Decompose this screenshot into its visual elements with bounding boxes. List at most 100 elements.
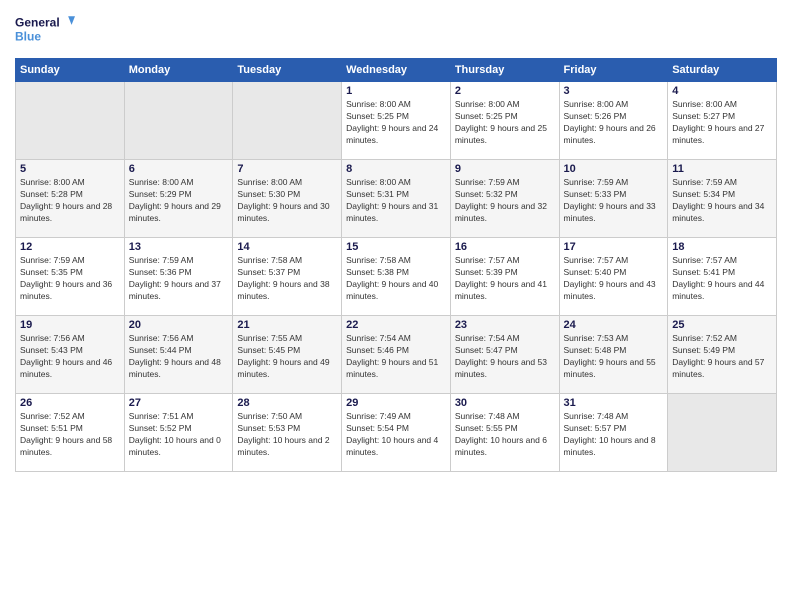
day-number: 11 bbox=[672, 163, 772, 175]
calendar-table: SundayMondayTuesdayWednesdayThursdayFrid… bbox=[15, 58, 777, 472]
logo: General Blue bbox=[15, 10, 75, 50]
weekday-header: Friday bbox=[559, 59, 668, 82]
day-info: Sunrise: 8:00 AMSunset: 5:25 PMDaylight:… bbox=[346, 99, 446, 147]
day-number: 19 bbox=[20, 319, 120, 331]
day-cell: 11 Sunrise: 7:59 AMSunset: 5:34 PMDayligh… bbox=[668, 160, 777, 238]
day-info: Sunrise: 7:57 AMSunset: 5:41 PMDaylight:… bbox=[672, 255, 772, 303]
day-number: 10 bbox=[564, 163, 664, 175]
day-number: 15 bbox=[346, 241, 446, 253]
day-number: 18 bbox=[672, 241, 772, 253]
day-cell: 22 Sunrise: 7:54 AMSunset: 5:46 PMDayligh… bbox=[342, 316, 451, 394]
day-info: Sunrise: 7:56 AMSunset: 5:43 PMDaylight:… bbox=[20, 333, 120, 381]
header: General Blue bbox=[15, 10, 777, 50]
day-cell: 29 Sunrise: 7:49 AMSunset: 5:54 PMDayligh… bbox=[342, 394, 451, 472]
day-info: Sunrise: 7:59 AMSunset: 5:33 PMDaylight:… bbox=[564, 177, 664, 225]
day-cell: 2 Sunrise: 8:00 AMSunset: 5:25 PMDaylight… bbox=[450, 82, 559, 160]
day-info: Sunrise: 7:52 AMSunset: 5:49 PMDaylight:… bbox=[672, 333, 772, 381]
weekday-header: Sunday bbox=[16, 59, 125, 82]
day-number: 21 bbox=[237, 319, 337, 331]
day-info: Sunrise: 8:00 AMSunset: 5:30 PMDaylight:… bbox=[237, 177, 337, 225]
week-row: 19 Sunrise: 7:56 AMSunset: 5:43 PMDayligh… bbox=[16, 316, 777, 394]
day-number: 28 bbox=[237, 397, 337, 409]
day-info: Sunrise: 7:58 AMSunset: 5:37 PMDaylight:… bbox=[237, 255, 337, 303]
day-number: 14 bbox=[237, 241, 337, 253]
svg-text:Blue: Blue bbox=[15, 29, 41, 43]
day-number: 30 bbox=[455, 397, 555, 409]
weekday-header: Saturday bbox=[668, 59, 777, 82]
day-number: 23 bbox=[455, 319, 555, 331]
calendar-container: General Blue SundayMondayTuesdayWednesda… bbox=[0, 0, 792, 612]
day-cell: 17 Sunrise: 7:57 AMSunset: 5:40 PMDayligh… bbox=[559, 238, 668, 316]
day-info: Sunrise: 7:48 AMSunset: 5:57 PMDaylight:… bbox=[564, 411, 664, 459]
weekday-header: Thursday bbox=[450, 59, 559, 82]
day-info: Sunrise: 7:50 AMSunset: 5:53 PMDaylight:… bbox=[237, 411, 337, 459]
day-cell: 28 Sunrise: 7:50 AMSunset: 5:53 PMDayligh… bbox=[233, 394, 342, 472]
weekday-header-row: SundayMondayTuesdayWednesdayThursdayFrid… bbox=[16, 59, 777, 82]
day-cell bbox=[16, 82, 125, 160]
day-cell: 10 Sunrise: 7:59 AMSunset: 5:33 PMDayligh… bbox=[559, 160, 668, 238]
day-cell bbox=[233, 82, 342, 160]
day-number: 20 bbox=[129, 319, 229, 331]
day-cell: 15 Sunrise: 7:58 AMSunset: 5:38 PMDayligh… bbox=[342, 238, 451, 316]
day-info: Sunrise: 7:53 AMSunset: 5:48 PMDaylight:… bbox=[564, 333, 664, 381]
day-info: Sunrise: 7:58 AMSunset: 5:38 PMDaylight:… bbox=[346, 255, 446, 303]
day-cell: 25Sunrise: 7:52 AMSunset: 5:49 PMDayligh… bbox=[668, 316, 777, 394]
day-cell: 1Sunrise: 8:00 AMSunset: 5:25 PMDaylight… bbox=[342, 82, 451, 160]
day-number: 27 bbox=[129, 397, 229, 409]
day-number: 12 bbox=[20, 241, 120, 253]
day-cell: 4 Sunrise: 8:00 AMSunset: 5:27 PMDaylight… bbox=[668, 82, 777, 160]
day-info: Sunrise: 7:59 AMSunset: 5:34 PMDaylight:… bbox=[672, 177, 772, 225]
day-cell bbox=[668, 394, 777, 472]
day-info: Sunrise: 8:00 AMSunset: 5:27 PMDaylight:… bbox=[672, 99, 772, 147]
day-cell: 20 Sunrise: 7:56 AMSunset: 5:44 PMDayligh… bbox=[124, 316, 233, 394]
day-cell: 3Sunrise: 8:00 AMSunset: 5:26 PMDaylight… bbox=[559, 82, 668, 160]
day-cell: 13 Sunrise: 7:59 AMSunset: 5:36 PMDayligh… bbox=[124, 238, 233, 316]
day-info: Sunrise: 7:54 AMSunset: 5:46 PMDaylight:… bbox=[346, 333, 446, 381]
day-info: Sunrise: 7:59 AMSunset: 5:32 PMDaylight:… bbox=[455, 177, 555, 225]
logo-svg: General Blue bbox=[15, 10, 75, 50]
day-cell: 23 Sunrise: 7:54 AMSunset: 5:47 PMDayligh… bbox=[450, 316, 559, 394]
day-info: Sunrise: 8:00 AMSunset: 5:29 PMDaylight:… bbox=[129, 177, 229, 225]
day-cell: 8 Sunrise: 8:00 AMSunset: 5:31 PMDaylight… bbox=[342, 160, 451, 238]
week-row: 12 Sunrise: 7:59 AMSunset: 5:35 PMDayligh… bbox=[16, 238, 777, 316]
day-number: 24 bbox=[564, 319, 664, 331]
day-cell bbox=[124, 82, 233, 160]
day-info: Sunrise: 8:00 AMSunset: 5:31 PMDaylight:… bbox=[346, 177, 446, 225]
day-cell: 31 Sunrise: 7:48 AMSunset: 5:57 PMDayligh… bbox=[559, 394, 668, 472]
day-cell: 12 Sunrise: 7:59 AMSunset: 5:35 PMDayligh… bbox=[16, 238, 125, 316]
day-info: Sunrise: 7:55 AMSunset: 5:45 PMDaylight:… bbox=[237, 333, 337, 381]
day-number: 22 bbox=[346, 319, 446, 331]
day-cell: 6 Sunrise: 8:00 AMSunset: 5:29 PMDaylight… bbox=[124, 160, 233, 238]
weekday-header: Monday bbox=[124, 59, 233, 82]
day-cell: 19 Sunrise: 7:56 AMSunset: 5:43 PMDayligh… bbox=[16, 316, 125, 394]
day-number: 9 bbox=[455, 163, 555, 175]
day-cell: 14 Sunrise: 7:58 AMSunset: 5:37 PMDayligh… bbox=[233, 238, 342, 316]
day-info: Sunrise: 7:57 AMSunset: 5:39 PMDaylight:… bbox=[455, 255, 555, 303]
weekday-header: Wednesday bbox=[342, 59, 451, 82]
day-number: 13 bbox=[129, 241, 229, 253]
day-number: 7 bbox=[237, 163, 337, 175]
day-number: 2 bbox=[455, 85, 555, 97]
weekday-header: Tuesday bbox=[233, 59, 342, 82]
day-info: Sunrise: 7:56 AMSunset: 5:44 PMDaylight:… bbox=[129, 333, 229, 381]
day-number: 16 bbox=[455, 241, 555, 253]
day-number: 6 bbox=[129, 163, 229, 175]
day-number: 4 bbox=[672, 85, 772, 97]
day-info: Sunrise: 7:59 AMSunset: 5:35 PMDaylight:… bbox=[20, 255, 120, 303]
day-cell: 24 Sunrise: 7:53 AMSunset: 5:48 PMDayligh… bbox=[559, 316, 668, 394]
day-cell: 5 Sunrise: 8:00 AMSunset: 5:28 PMDaylight… bbox=[16, 160, 125, 238]
day-number: 8 bbox=[346, 163, 446, 175]
day-info: Sunrise: 7:57 AMSunset: 5:40 PMDaylight:… bbox=[564, 255, 664, 303]
day-number: 17 bbox=[564, 241, 664, 253]
day-info: Sunrise: 7:49 AMSunset: 5:54 PMDaylight:… bbox=[346, 411, 446, 459]
day-number: 5 bbox=[20, 163, 120, 175]
day-number: 31 bbox=[564, 397, 664, 409]
week-row: 26Sunrise: 7:52 AMSunset: 5:51 PMDayligh… bbox=[16, 394, 777, 472]
day-number: 29 bbox=[346, 397, 446, 409]
day-info: Sunrise: 8:00 AMSunset: 5:28 PMDaylight:… bbox=[20, 177, 120, 225]
day-cell: 18 Sunrise: 7:57 AMSunset: 5:41 PMDayligh… bbox=[668, 238, 777, 316]
day-info: Sunrise: 7:59 AMSunset: 5:36 PMDaylight:… bbox=[129, 255, 229, 303]
day-info: Sunrise: 7:52 AMSunset: 5:51 PMDaylight:… bbox=[20, 411, 120, 459]
day-info: Sunrise: 8:00 AMSunset: 5:25 PMDaylight:… bbox=[455, 99, 555, 147]
day-info: Sunrise: 7:54 AMSunset: 5:47 PMDaylight:… bbox=[455, 333, 555, 381]
